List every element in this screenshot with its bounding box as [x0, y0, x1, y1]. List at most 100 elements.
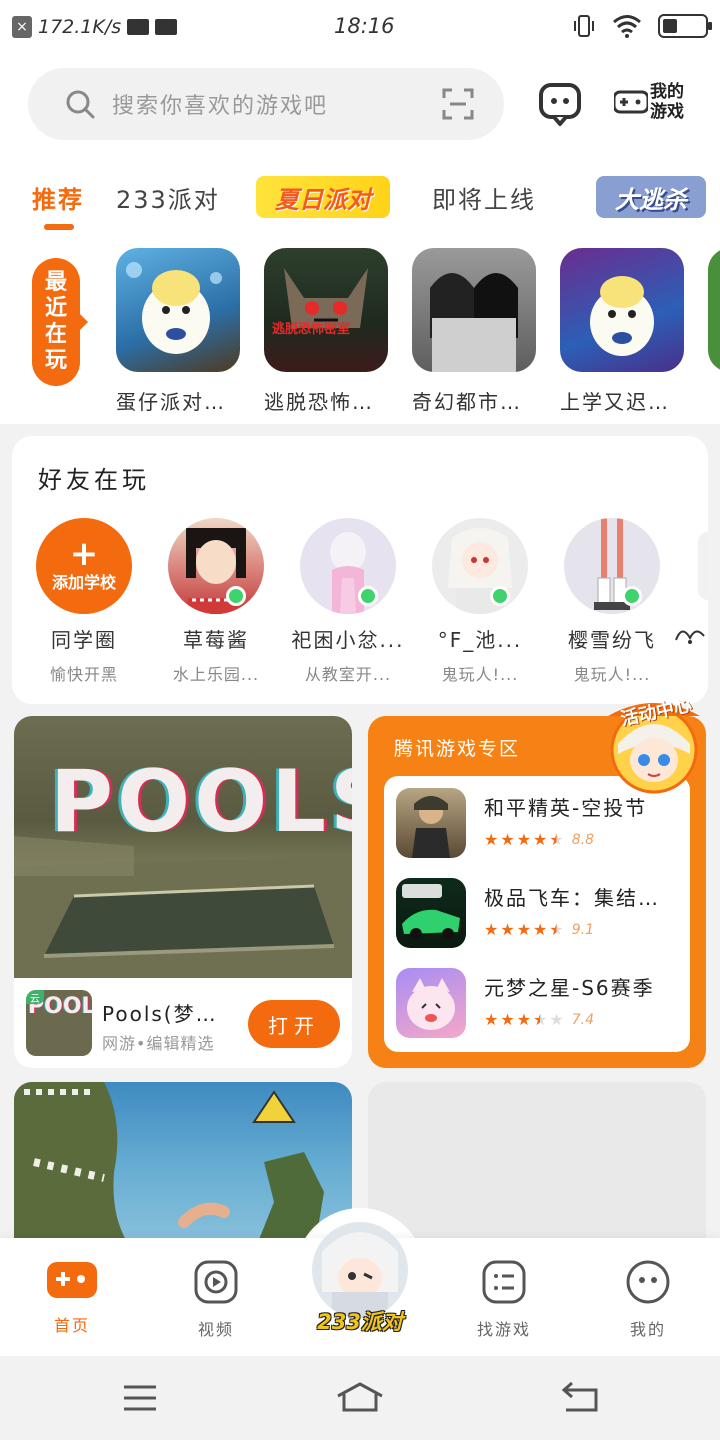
clock: 18:16: [334, 14, 395, 38]
friend-item[interactable]: 樱雪纷飞 鬼玩人!...: [552, 518, 672, 685]
half-star-icon: ★: [549, 830, 564, 849]
recent-game[interactable]: 上学又迟…: [560, 248, 686, 415]
featured-game-card[interactable]: POOLS POOLS 云 Pools(梦… 网游•编辑精选 打开: [14, 716, 352, 1068]
star-icon: ★: [500, 830, 515, 849]
home-gamepad-icon: [47, 1262, 97, 1298]
recent-game[interactable]: 蛋仔派对…: [116, 248, 242, 415]
tencent-game-item[interactable]: 和平精英-空投节 ★ ★ ★ ★ ★ 8.8: [396, 788, 686, 860]
friend-item[interactable]: 祀困小忿... 从教室开...: [288, 518, 408, 685]
notification-x-icon: ×: [12, 16, 32, 38]
game-thumbnail: [116, 248, 240, 372]
game-thumbnail: 逃脱恐怖密室: [264, 248, 388, 372]
game-icon: [396, 788, 466, 858]
activity-center-badge[interactable]: 活动中心: [602, 694, 706, 794]
tencent-game-item[interactable]: 元梦之星-S6赛季 ★ ★ ★ ★ ★ 7.4: [396, 968, 686, 1040]
nav-video[interactable]: 视频: [176, 1260, 256, 1340]
my-games-label-1: 我的: [650, 82, 684, 102]
more-icon[interactable]: [672, 618, 708, 648]
back-icon[interactable]: [560, 1380, 600, 1414]
search-placeholder: 搜索你喜欢的游戏吧: [112, 94, 329, 119]
add-school-button[interactable]: + 添加学校: [36, 518, 132, 614]
friend-item[interactable]: + 添加学校 同学圈 愉快开黑: [24, 518, 144, 685]
pools-title-art: POOLS: [50, 752, 352, 852]
tab-233-party[interactable]: 233派对: [116, 180, 220, 215]
game-cover-card[interactable]: [14, 1082, 352, 1252]
game-icon: POOLS 云: [26, 990, 92, 1056]
video-play-icon: [194, 1260, 238, 1304]
status-bar: × 172.1K/s 18:16: [0, 0, 720, 56]
nav-label: 找游戏: [476, 1320, 531, 1339]
star-icon: ★: [484, 1010, 499, 1029]
cloud-badge: 云: [26, 990, 44, 1005]
home-icon[interactable]: [336, 1380, 384, 1414]
game-name: 元梦之星-S6赛季: [484, 976, 655, 1000]
star-icon: ★: [500, 1010, 515, 1029]
friend-name: 祀困小忿...: [291, 628, 405, 652]
nav-find-games[interactable]: 找游戏: [464, 1260, 544, 1340]
friend-item[interactable]: 草莓酱 水上乐园...: [156, 518, 276, 685]
tencent-game-item[interactable]: 极品飞车：集结… ★ ★ ★ ★ ★ 9.1: [396, 878, 686, 950]
tab-summer-party[interactable]: 夏日派对: [256, 176, 390, 218]
star-icon: ★: [516, 830, 532, 849]
recent-tag-char: 近: [44, 296, 67, 321]
star-icon: ★: [533, 830, 548, 849]
loading-card: [368, 1082, 706, 1252]
game-thumbnail: [708, 248, 720, 372]
vibrate-icon: [574, 15, 594, 37]
thumb-text: 逃脱恐怖密室: [272, 322, 351, 337]
friend-item[interactable]: °F_池... 鬼玩人!...: [420, 518, 540, 685]
gamepad-icon: [614, 90, 648, 114]
nav-party-label[interactable]: 233派对: [312, 1306, 408, 1336]
online-indicator: [490, 586, 510, 606]
camera-icon: [127, 19, 150, 35]
message-icon[interactable]: [538, 82, 582, 126]
avatar: [168, 518, 264, 614]
friend-name: 樱雪纷飞: [568, 628, 656, 652]
game-thumbnail: [560, 248, 684, 372]
list-icon: [482, 1260, 526, 1304]
recent-game[interactable]: 奇幻都市…: [412, 248, 538, 415]
search-bar[interactable]: 搜索你喜欢的游戏吧: [28, 68, 504, 140]
plus-icon: +: [69, 534, 99, 574]
game-name: 逃脱恐怖…: [264, 390, 374, 414]
nav-party-avatar[interactable]: [312, 1222, 408, 1318]
battery-icon: [658, 14, 712, 38]
tab-recommend[interactable]: 推荐: [32, 180, 84, 215]
tab-indicator: [44, 224, 74, 230]
half-star-icon: ★: [533, 1010, 548, 1029]
open-button[interactable]: 打开: [248, 1000, 340, 1048]
game-name: 蛋仔派对…: [116, 390, 226, 414]
recently-played-tag: 最 近 在 玩: [32, 258, 88, 386]
system-navigation: [0, 1356, 720, 1440]
rating-stars: ★ ★ ★ ★ ★ 8.8: [484, 830, 594, 849]
game-name: 和平精英-空投节: [484, 796, 648, 820]
category-tabs: 推荐 233派对 夏日派对 即将上线 大逃杀: [0, 174, 720, 234]
network-speed: 172.1K/s: [38, 16, 122, 38]
tab-battle-royale[interactable]: 大逃杀: [596, 176, 706, 218]
tab-coming-soon[interactable]: 即将上线: [432, 180, 536, 215]
recent-game-partial[interactable]: [708, 248, 720, 372]
friend-status: 愉快开黑: [49, 665, 118, 684]
friend-status: 从教室开...: [304, 665, 392, 684]
online-indicator: [622, 586, 642, 606]
friend-status: 水上乐园...: [172, 665, 260, 684]
recent-tag-char: 最: [44, 270, 67, 295]
online-indicator: [358, 586, 378, 606]
half-star-icon: ★: [549, 920, 564, 939]
game-thumbnail: [412, 248, 536, 372]
friend-name: 同学圈: [51, 628, 117, 652]
nav-label: 首页: [53, 1316, 90, 1335]
my-games-button[interactable]: 我的 游戏: [614, 82, 684, 122]
rating-stars: ★ ★ ★ ★ ★ 9.1: [484, 920, 594, 939]
nav-home[interactable]: 首页: [32, 1260, 112, 1336]
recent-tag-char: 玩: [44, 348, 67, 373]
online-indicator: [226, 586, 246, 606]
game-cover: POOLS: [14, 716, 352, 978]
menu-icon[interactable]: [122, 1384, 158, 1412]
tencent-game-list: 和平精英-空投节 ★ ★ ★ ★ ★ 8.8 极品飞车：集结… ★ ★ ★ ★ ★ 9.1 元梦…: [384, 776, 690, 1052]
nav-me[interactable]: 我的: [608, 1260, 688, 1340]
recent-game[interactable]: 逃脱恐怖密室 逃脱恐怖…: [264, 248, 390, 415]
friends-title: 好友在玩: [38, 466, 150, 494]
scan-icon[interactable]: [442, 88, 474, 120]
game-name: 上学又迟…: [560, 390, 670, 414]
